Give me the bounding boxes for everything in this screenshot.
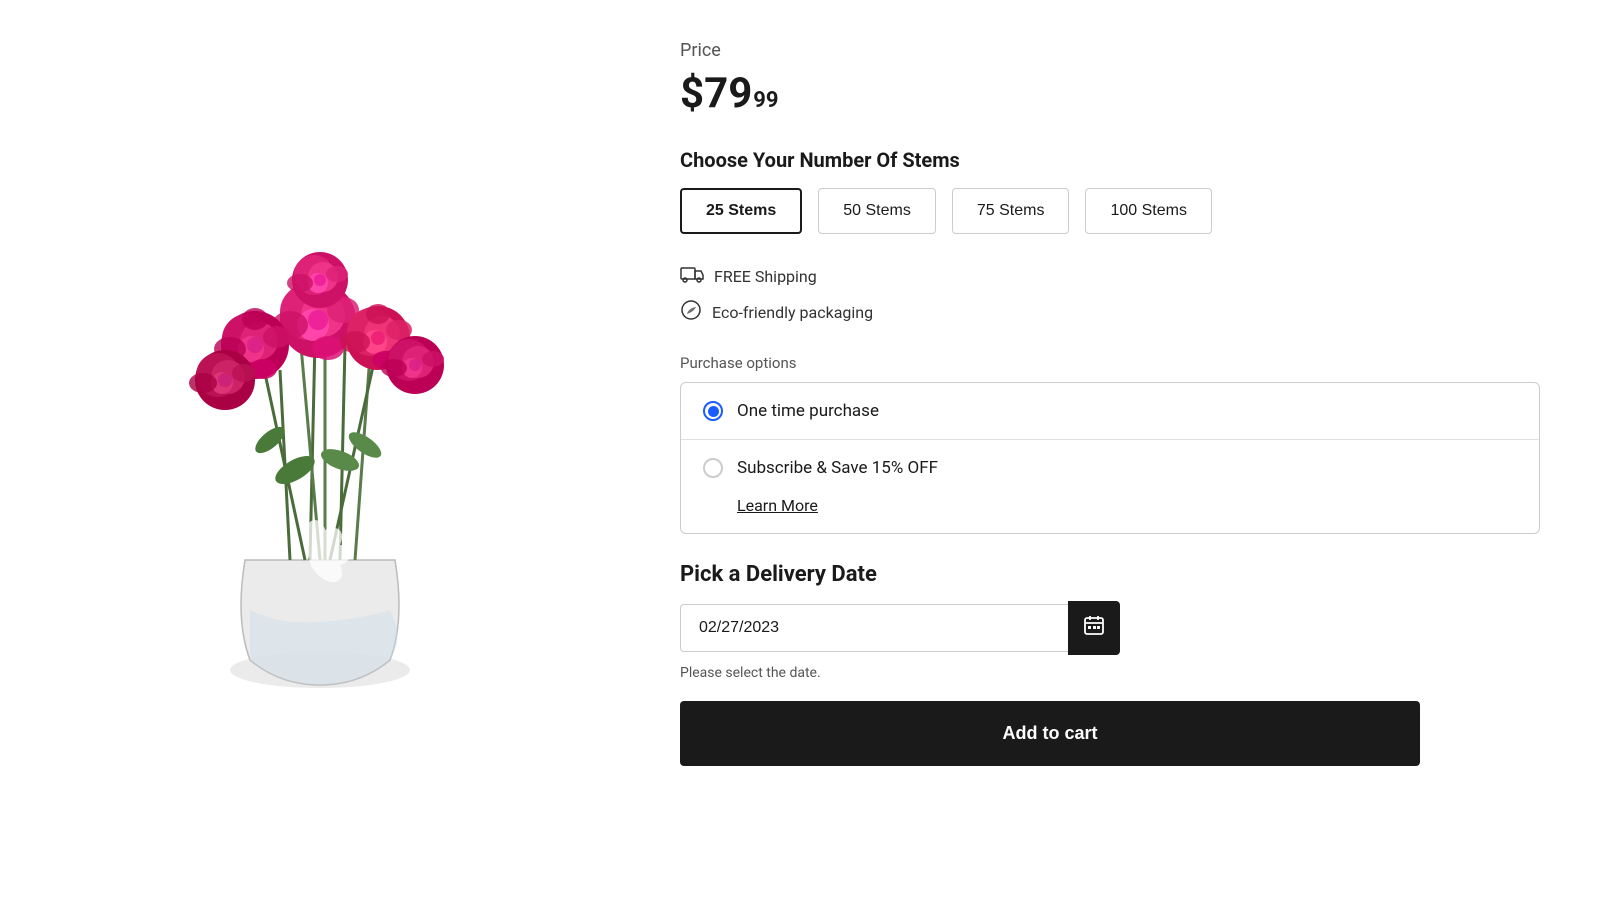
calendar-button[interactable] [1068, 601, 1120, 655]
one-time-purchase-option[interactable]: One time purchase [681, 383, 1539, 440]
price-dollars: $79 [680, 69, 752, 118]
features-list: FREE Shipping Eco-friendly packaging [680, 264, 1540, 326]
one-time-label: One time purchase [737, 401, 879, 421]
date-input-row [680, 601, 1120, 655]
price-label: Price [680, 40, 1540, 61]
date-hint: Please select the date. [680, 665, 1540, 681]
delivery-date-input[interactable] [680, 604, 1068, 652]
add-to-cart-button[interactable]: Add to cart [680, 701, 1420, 766]
stem-option-25[interactable]: 25 Stems [680, 188, 802, 234]
rose-svg [70, 190, 570, 710]
purchase-options-label: Purchase options [680, 354, 1540, 372]
learn-more-link[interactable]: Learn More [737, 496, 818, 515]
stem-option-75[interactable]: 75 Stems [952, 188, 1070, 234]
stems-options: 25 Stems 50 Stems 75 Stems 100 Stems [680, 188, 1540, 234]
purchase-options-box: One time purchase Subscribe & Save 15% O… [680, 382, 1540, 534]
stem-option-100[interactable]: 100 Stems [1085, 188, 1211, 234]
eco-text: Eco-friendly packaging [712, 303, 873, 322]
price-value: $7999 [680, 69, 1540, 118]
one-time-radio[interactable] [703, 401, 723, 421]
eco-icon [680, 299, 702, 326]
feature-shipping: FREE Shipping [680, 264, 1540, 289]
product-image [50, 180, 590, 720]
shipping-text: FREE Shipping [714, 267, 817, 286]
price-cents: 99 [753, 88, 778, 113]
stems-section-title: Choose Your Number Of Stems [680, 148, 1540, 172]
subscribe-option[interactable]: Subscribe & Save 15% OFF Learn More [681, 440, 1539, 533]
subscribe-label: Subscribe & Save 15% OFF [737, 458, 938, 478]
feature-eco: Eco-friendly packaging [680, 299, 1540, 326]
subscribe-radio[interactable] [703, 458, 723, 478]
delivery-title: Pick a Delivery Date [680, 562, 1540, 587]
delivery-section: Pick a Delivery Date [680, 562, 1540, 681]
product-image-section [0, 20, 640, 880]
stem-option-50[interactable]: 50 Stems [818, 188, 936, 234]
calendar-icon [1083, 614, 1105, 642]
product-details-section: Price $7999 Choose Your Number Of Stems … [640, 20, 1600, 880]
subscribe-top: Subscribe & Save 15% OFF [703, 458, 938, 478]
truck-icon [680, 264, 704, 289]
